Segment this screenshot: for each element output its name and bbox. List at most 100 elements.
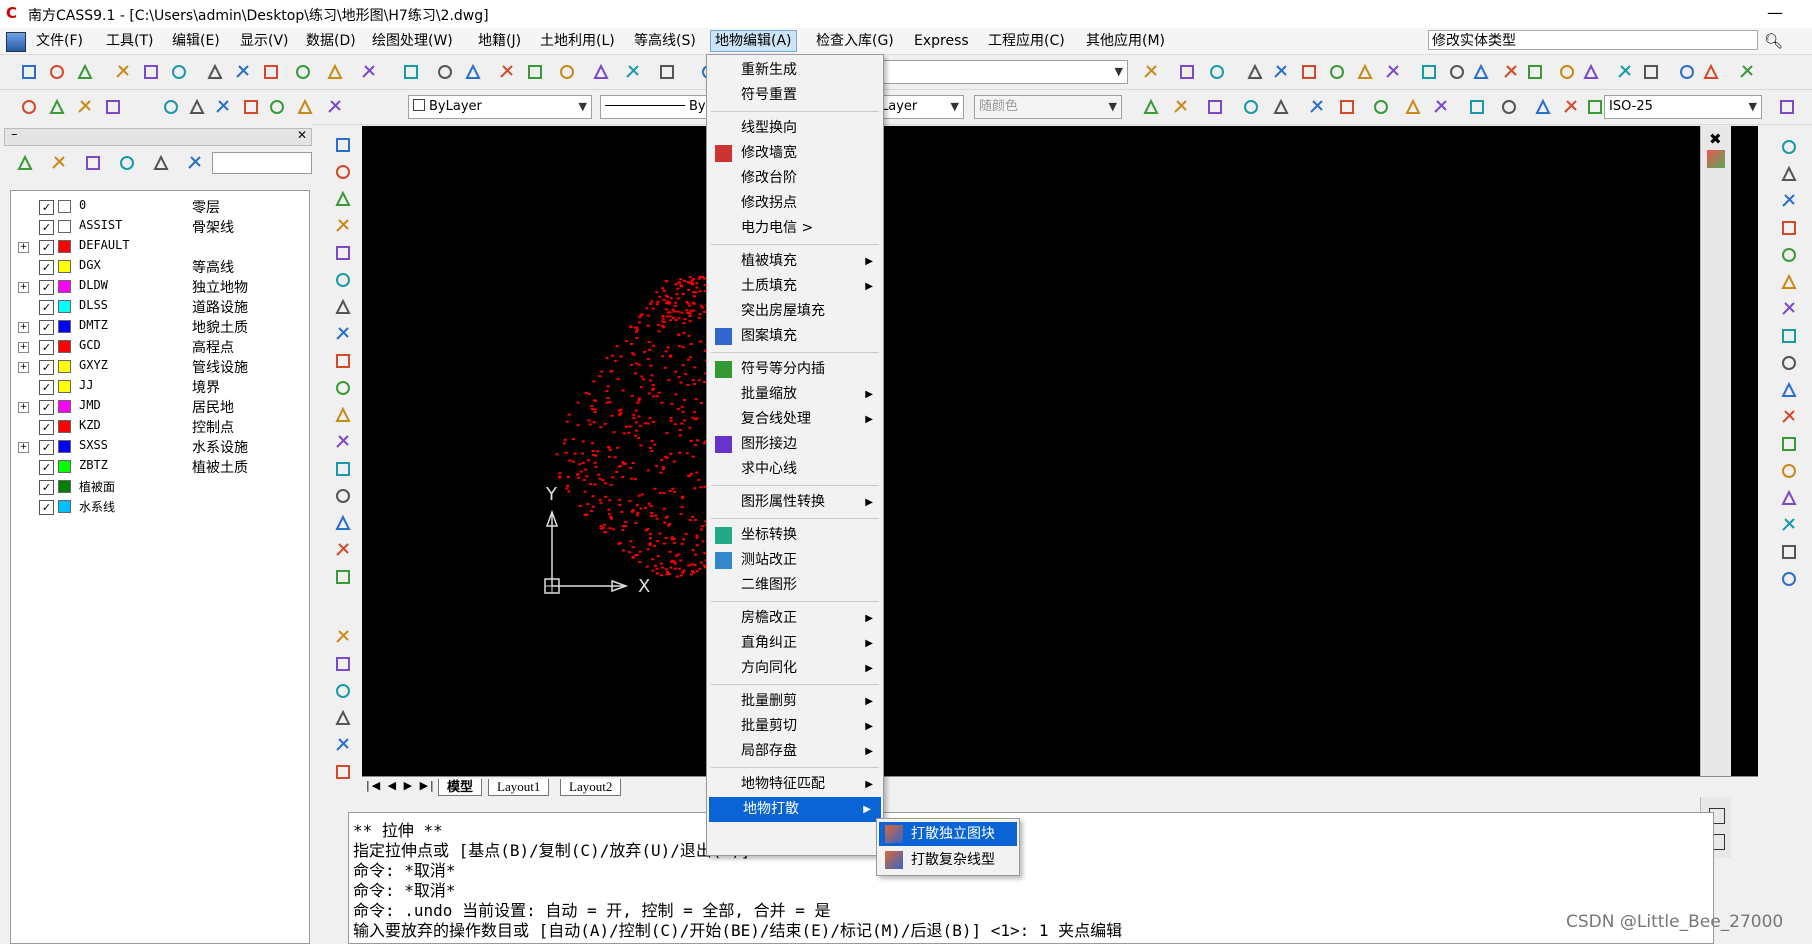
minimize-button[interactable]: — [1760, 2, 1790, 24]
layer-color-swatch[interactable] [58, 420, 71, 433]
modify-tool-0[interactable] [1778, 136, 1800, 158]
layer-color-swatch[interactable] [58, 260, 71, 273]
layer-visible-checkbox[interactable]: ✓ [39, 440, 54, 455]
menu-item-0[interactable]: 文件(F) [32, 31, 87, 51]
tb1-tool-0[interactable] [18, 61, 40, 83]
layer-row[interactable]: + ✓ DEFAULT [11, 237, 307, 257]
tb1-tool-1[interactable] [46, 61, 68, 83]
tb1-tool-16[interactable] [524, 61, 546, 83]
layer-color-swatch[interactable] [58, 220, 71, 233]
draw-tool-7[interactable] [332, 323, 354, 345]
layer-row[interactable]: + ✓ DMTZ 地貌土质 [11, 317, 307, 337]
tb2-tool-3[interactable] [102, 96, 124, 118]
tb1-tool-9[interactable] [292, 61, 314, 83]
tb1-tool-2[interactable] [74, 61, 96, 83]
tb2-tool-4[interactable] [160, 96, 182, 118]
expand-icon[interactable]: + [18, 342, 29, 353]
layer-row[interactable]: ✓ 水系线 [11, 497, 307, 517]
dropdown-item[interactable]: 修改拐点 [707, 191, 883, 216]
layer-color-swatch[interactable] [58, 360, 71, 373]
tb1-tool-5[interactable] [168, 61, 190, 83]
tb1-tool-17[interactable] [556, 61, 578, 83]
tb1-right-tool-20[interactable] [1736, 61, 1758, 83]
layer-tool-1[interactable] [48, 152, 70, 174]
tb1-tool-18[interactable] [590, 61, 612, 83]
modify-tool-12[interactable] [1778, 460, 1800, 482]
modify-tool-14[interactable] [1778, 514, 1800, 536]
tb2-right-tool-13[interactable] [1560, 96, 1582, 118]
menu-item-13[interactable]: 其他应用(M) [1082, 31, 1169, 51]
view-combo[interactable]: ▼ [876, 60, 1128, 84]
layer-row[interactable]: ✓ ASSIST 骨架线 [11, 217, 307, 237]
layer-row[interactable]: ✓ ZBTZ 植被土质 [11, 457, 307, 477]
modify-tool-8[interactable] [1778, 352, 1800, 374]
modify-tool-3[interactable] [1778, 217, 1800, 239]
tb1-right-tool-13[interactable] [1524, 61, 1546, 83]
close-icon[interactable]: ✖ [1709, 130, 1722, 148]
dropdown-item[interactable]: 图案填充 [707, 324, 883, 349]
layer-color-swatch[interactable] [58, 300, 71, 313]
tb1-tool-12[interactable] [400, 61, 422, 83]
tb2-right-tool-11[interactable] [1498, 96, 1520, 118]
layer-tool-0[interactable] [14, 152, 36, 174]
tb1-right-tool-6[interactable] [1326, 61, 1348, 83]
layer-visible-checkbox[interactable]: ✓ [39, 260, 54, 275]
modify-tool-10[interactable] [1778, 406, 1800, 428]
layer-visible-checkbox[interactable]: ✓ [39, 340, 54, 355]
submenu-item[interactable]: 打散独立图块 [879, 822, 1017, 846]
modify-tool-7[interactable] [1778, 325, 1800, 347]
dropdown-item[interactable]: 二维图形 [707, 573, 883, 598]
modify-tool-13[interactable] [1778, 487, 1800, 509]
layer-row[interactable]: + ✓ SXSS 水系设施 [11, 437, 307, 457]
tb1-tool-6[interactable] [204, 61, 226, 83]
tb1-tool-4[interactable] [140, 61, 162, 83]
tb2-tool-2[interactable] [74, 96, 96, 118]
layer-list[interactable]: ✓ 0 零层 ✓ ASSIST 骨架线 + ✓ DEFAULT ✓ DGX 等高线 + ✓ DLDW 独立地物… [10, 190, 310, 944]
tb1-tool-20[interactable] [656, 61, 678, 83]
tb1-tool-11[interactable] [358, 61, 380, 83]
command-window[interactable]: ** 拉伸 ** 指定拉伸点或 [基点(B)/复制(C)/放弃(U)/退出(X)]… [348, 812, 1714, 944]
layer-color-swatch[interactable] [58, 200, 71, 213]
layer-visible-checkbox[interactable]: ✓ [39, 480, 54, 495]
dropdown-item[interactable]: 求中心线 [707, 457, 883, 482]
tb1-right-tool-19[interactable] [1700, 61, 1722, 83]
drawing-canvas[interactable]: Y X [362, 126, 1758, 776]
tb1-right-tool-7[interactable] [1354, 61, 1376, 83]
layer-row[interactable]: ✓ 0 零层 [11, 197, 307, 217]
layer-tool-4[interactable] [150, 152, 172, 174]
tb2-right-tool-7[interactable] [1370, 96, 1392, 118]
tb1-right-tool-12[interactable] [1500, 61, 1522, 83]
tb2-right-tool-9[interactable] [1430, 96, 1452, 118]
tb2-right-tool-5[interactable] [1306, 96, 1328, 118]
dropdown-item[interactable]: 符号重置 [707, 83, 883, 108]
draw-tool-3[interactable] [332, 215, 354, 237]
layer-combo[interactable]: ByLayer ▼ [408, 95, 592, 119]
tb2-right-tool-14[interactable] [1584, 96, 1606, 118]
layer-visible-checkbox[interactable]: ✓ [39, 460, 54, 475]
layer-color-swatch[interactable] [58, 400, 71, 413]
tab-layout1[interactable]: Layout1 [488, 779, 550, 796]
annot-tool-1[interactable] [332, 653, 354, 675]
layer-visible-checkbox[interactable]: ✓ [39, 420, 54, 435]
layer-row[interactable]: ✓ DLSS 道路设施 [11, 297, 307, 317]
expand-icon[interactable]: + [18, 322, 29, 333]
layer-visible-checkbox[interactable]: ✓ [39, 400, 54, 415]
draw-tool-2[interactable] [332, 188, 354, 210]
tab-model[interactable]: 模型 [438, 779, 483, 796]
layer-row[interactable]: + ✓ GCD 高程点 [11, 337, 307, 357]
menu-item-2[interactable]: 编辑(E) [168, 31, 224, 51]
search-icon[interactable]: 🔍︎ [1764, 32, 1783, 50]
tb2-right-tool-4[interactable] [1270, 96, 1292, 118]
dropdown-item[interactable]: 地物打散 ▶ [709, 797, 881, 822]
layer-color-swatch[interactable] [58, 320, 71, 333]
tb1-tool-7[interactable] [232, 61, 254, 83]
document-system-icon[interactable] [6, 32, 26, 52]
dropdown-item[interactable]: 线型换向 [707, 116, 883, 141]
draw-tool-11[interactable] [332, 431, 354, 453]
menu-item-1[interactable]: 工具(T) [102, 31, 157, 51]
layer-color-swatch[interactable] [58, 240, 71, 253]
tb1-right-tool-0[interactable] [1140, 61, 1162, 83]
layer-visible-checkbox[interactable]: ✓ [39, 380, 54, 395]
tb2-right-tool-0[interactable] [1140, 96, 1162, 118]
layer-row[interactable]: ✓ KZD 控制点 [11, 417, 307, 437]
